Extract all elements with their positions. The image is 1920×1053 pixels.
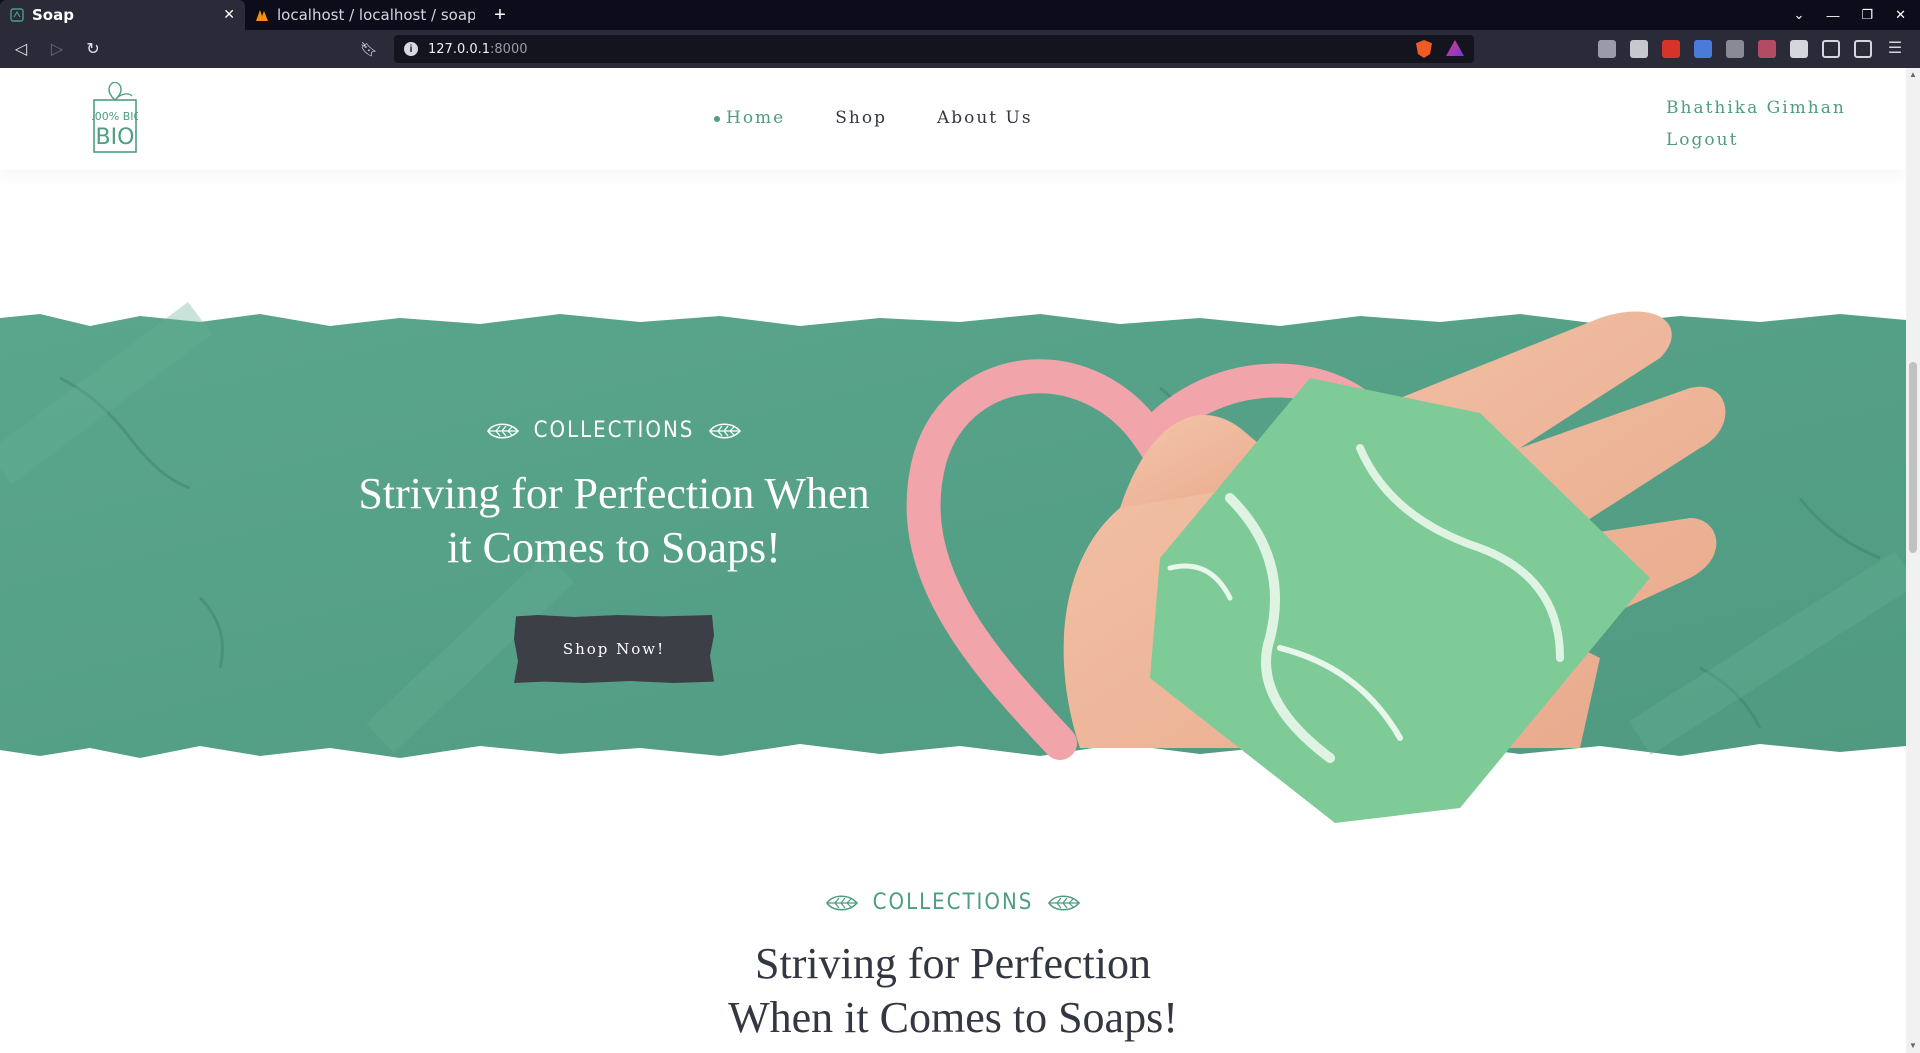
extension-icon[interactable] <box>1598 40 1616 58</box>
tab-title: localhost / localhost / soap / u <box>277 6 475 24</box>
maximize-icon[interactable]: ❐ <box>1861 7 1873 23</box>
logout-link[interactable]: Logout <box>1666 124 1846 156</box>
close-tab-icon[interactable]: ✕ <box>223 7 235 23</box>
nav-about-us[interactable]: About Us <box>937 108 1033 128</box>
section-kicker-text: COLLECTIONS <box>872 890 1034 915</box>
back-icon[interactable]: ◁ <box>6 34 36 64</box>
collections-section: COLLECTIONS Striving for Perfection When… <box>0 890 1906 1045</box>
extension-icon[interactable] <box>1758 40 1776 58</box>
section-title-line-2: When it Comes to Soaps! <box>728 993 1178 1042</box>
hero-kicker-text: COLLECTIONS <box>533 418 695 443</box>
leaf-icon <box>1048 894 1081 911</box>
scroll-up-icon[interactable]: ▲ <box>1906 68 1920 82</box>
page-viewport: COLLECTIONS Striving for Perfection When… <box>0 68 1920 1053</box>
hero-content: COLLECTIONS Striving for Perfection When… <box>300 418 928 683</box>
phpmyadmin-favicon-icon <box>256 10 268 21</box>
tab-title: Soap <box>32 6 74 24</box>
window-controls: ⌄ — ❐ ✕ <box>1794 0 1920 30</box>
close-window-icon[interactable]: ✕ <box>1895 7 1906 23</box>
sidebar-icon[interactable] <box>1822 40 1840 58</box>
section-title-line-1: Striving for Perfection <box>755 939 1151 988</box>
bookmark-icon[interactable]: 🔖︎ <box>358 41 380 58</box>
user-menu: Bhathika Gimhan Logout <box>1666 92 1846 156</box>
page-scrollbar[interactable]: ▲ ▼ <box>1906 68 1920 1053</box>
extension-icon[interactable] <box>1726 40 1744 58</box>
site-header: 100% BIO BIO Home Shop About Us Bhathika… <box>0 68 1906 170</box>
nav-home[interactable]: Home <box>714 108 785 128</box>
hero-kicker: COLLECTIONS <box>300 418 928 443</box>
main-nav: Home Shop About Us <box>714 108 1033 128</box>
browser-tab-bar: Soap ✕ localhost / localhost / soap / u … <box>0 0 1920 30</box>
hero-title: Striving for Perfection When it Comes to… <box>300 467 928 575</box>
tab-soap[interactable]: Soap ✕ <box>0 0 245 30</box>
leaf-icon <box>709 422 742 439</box>
scrollbar-thumb[interactable] <box>1909 362 1917 553</box>
info-icon[interactable]: i <box>404 42 418 56</box>
address-bar[interactable]: i 127.0.0.1:8000 <box>394 35 1474 63</box>
extension-icon[interactable] <box>1630 40 1648 58</box>
soap-favicon-icon <box>10 8 24 22</box>
bio-logo[interactable]: 100% BIO BIO <box>92 82 138 154</box>
extensions-area: ☰ <box>1598 40 1920 58</box>
svg-text:BIO: BIO <box>96 125 135 150</box>
section-kicker: COLLECTIONS <box>0 890 1906 915</box>
extensions-icon[interactable] <box>1790 40 1808 58</box>
rewards-icon[interactable] <box>1446 40 1464 56</box>
minimize-icon[interactable]: — <box>1826 8 1839 23</box>
browser-toolbar: ◁ ▷ ↻ 🔖︎ i 127.0.0.1:8000 ☰ <box>0 30 1920 68</box>
forward-icon[interactable]: ▷ <box>42 34 72 64</box>
nav-shop[interactable]: Shop <box>835 108 887 128</box>
reload-icon[interactable]: ↻ <box>78 34 108 64</box>
hero-title-line-1: Striving for Perfection When <box>358 469 870 518</box>
brave-shield-icon[interactable] <box>1416 40 1432 58</box>
wallet-icon[interactable] <box>1854 40 1872 58</box>
section-title: Striving for Perfection When it Comes to… <box>0 937 1906 1045</box>
extension-icon[interactable] <box>1662 40 1680 58</box>
hero-background <box>0 302 1906 823</box>
shop-now-button[interactable]: Shop Now! <box>514 615 714 683</box>
translate-icon[interactable] <box>1694 40 1712 58</box>
menu-icon[interactable]: ☰ <box>1886 40 1904 58</box>
url-text: 127.0.0.1:8000 <box>428 41 528 57</box>
scroll-down-icon[interactable]: ▼ <box>1906 1039 1920 1053</box>
leaf-icon <box>486 422 519 439</box>
logo-text: 100% BIO <box>92 110 138 123</box>
leaf-icon <box>825 894 858 911</box>
hero-banner <box>0 238 1906 838</box>
hero-title-line-2: it Comes to Soaps! <box>447 523 781 572</box>
tab-phpmyadmin[interactable]: localhost / localhost / soap / u <box>245 0 485 30</box>
user-name-link[interactable]: Bhathika Gimhan <box>1666 92 1846 124</box>
tab-search-chevron-icon[interactable]: ⌄ <box>1794 7 1805 23</box>
new-tab-button[interactable]: + <box>485 0 515 30</box>
